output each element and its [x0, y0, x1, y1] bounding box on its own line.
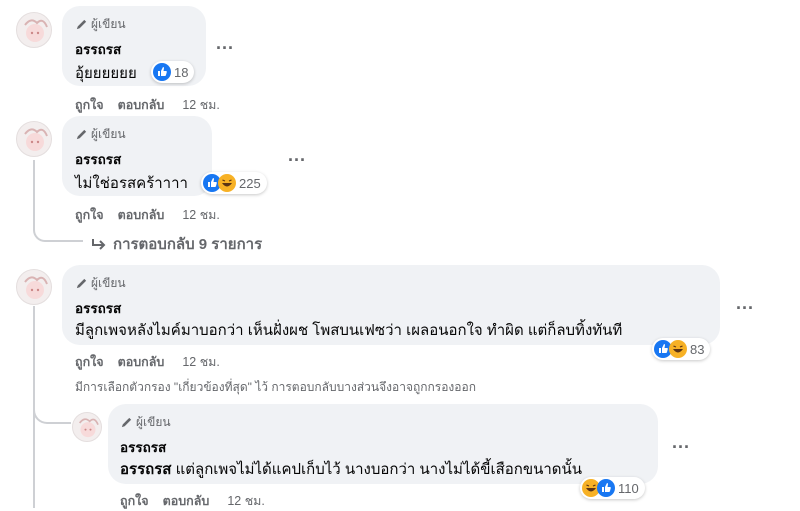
pencil-icon — [76, 129, 87, 140]
commenter-name[interactable]: อรรถรส — [75, 297, 121, 319]
reaction-summary[interactable]: 18 — [151, 61, 195, 83]
reaction-summary[interactable]: 83 — [652, 338, 711, 360]
thread-line-curve — [33, 230, 83, 242]
reaction-count: 18 — [174, 64, 189, 80]
author-badge: ผู้เขียน — [75, 15, 126, 34]
like-button[interactable]: ถูกใจ — [120, 491, 149, 511]
comment-text: มีลูกเพจหลังไมค์มาบอกว่า เห็นฝั่งผช โพสบ… — [75, 322, 623, 339]
comment-actions: ถูกใจ ตอบกลับ 12 ชม. — [75, 205, 220, 225]
like-reaction-icon — [153, 63, 171, 81]
pencil-icon — [121, 417, 132, 428]
more-options-icon[interactable]: ... — [736, 294, 754, 312]
view-replies-link[interactable]: การตอบกลับ 9 รายการ — [91, 232, 262, 256]
timestamp[interactable]: 12 ชม. — [182, 205, 220, 225]
timestamp[interactable]: 12 ชม. — [182, 95, 220, 115]
comment-actions: ถูกใจ ตอบกลับ 12 ชม. — [75, 352, 220, 372]
author-badge-label: ผู้เขียน — [91, 276, 126, 290]
timestamp[interactable]: 12 ชม. — [227, 491, 265, 511]
like-button[interactable]: ถูกใจ — [75, 352, 104, 372]
reply-button[interactable]: ตอบกลับ — [118, 352, 165, 372]
author-badge: ผู้เขียน — [75, 125, 126, 144]
like-button[interactable]: ถูกใจ — [75, 95, 104, 115]
comment-actions: ถูกใจ ตอบกลับ 12 ชม. — [120, 491, 265, 511]
reaction-count: 225 — [239, 175, 261, 191]
more-options-icon[interactable]: ... — [672, 433, 690, 451]
reaction-count: 83 — [690, 341, 705, 357]
pencil-icon — [76, 19, 87, 30]
thread-line-curve — [33, 402, 71, 424]
haha-reaction-icon — [669, 340, 687, 358]
like-button[interactable]: ถูกใจ — [75, 205, 104, 225]
comment-body: แต่ลูกเพจไม่ได้แคปเก็บไว้ นางบอกว่า นางไ… — [171, 461, 583, 478]
thread-line — [33, 160, 35, 230]
comment-actions: ถูกใจ ตอบกลับ 12 ชม. — [75, 95, 220, 115]
reply-arrow-icon — [92, 239, 106, 250]
avatar[interactable] — [16, 12, 52, 48]
author-badge-label: ผู้เขียน — [91, 17, 126, 31]
author-badge-label: ผู้เขียน — [136, 415, 171, 429]
comment-text: อรรถรส แต่ลูกเพจไม่ได้แคปเก็บไว้ นางบอกว… — [120, 457, 582, 481]
author-badge: ผู้เขียน — [120, 413, 171, 432]
timestamp[interactable]: 12 ชม. — [182, 352, 220, 372]
reply-button[interactable]: ตอบกลับ — [163, 491, 210, 511]
author-badge: ผู้เขียน — [75, 274, 126, 293]
like-reaction-icon — [597, 479, 615, 497]
reply-button[interactable]: ตอบกลับ — [118, 95, 165, 115]
more-options-icon[interactable]: ... — [288, 146, 306, 164]
comment-text: อุ้ยยยยยย — [75, 65, 137, 82]
pencil-icon — [76, 278, 87, 289]
view-replies-label: การตอบกลับ 9 รายการ — [113, 236, 263, 253]
reaction-summary[interactable]: 110 — [580, 477, 645, 499]
avatar[interactable] — [72, 412, 102, 442]
comment-text: ไม่ใช่อรสคร้าาาา — [75, 175, 188, 192]
filter-note: มีการเลือกตัวกรอง "เกี่ยวข้องที่สุด" ไว้… — [75, 380, 476, 394]
reaction-count: 110 — [618, 480, 639, 496]
mentioned-name[interactable]: อรรถรส — [120, 461, 171, 478]
author-badge-label: ผู้เขียน — [91, 127, 126, 141]
more-options-icon[interactable]: ... — [216, 34, 234, 52]
avatar[interactable] — [16, 121, 52, 157]
commenter-name[interactable]: อรรถรส — [75, 148, 121, 170]
reply-button[interactable]: ตอบกลับ — [118, 205, 165, 225]
haha-reaction-icon — [218, 174, 236, 192]
commenter-name[interactable]: อรรถรส — [120, 436, 166, 458]
commenter-name[interactable]: อรรถรส — [75, 38, 121, 60]
avatar[interactable] — [16, 269, 52, 305]
reaction-summary[interactable]: 225 — [201, 172, 267, 194]
